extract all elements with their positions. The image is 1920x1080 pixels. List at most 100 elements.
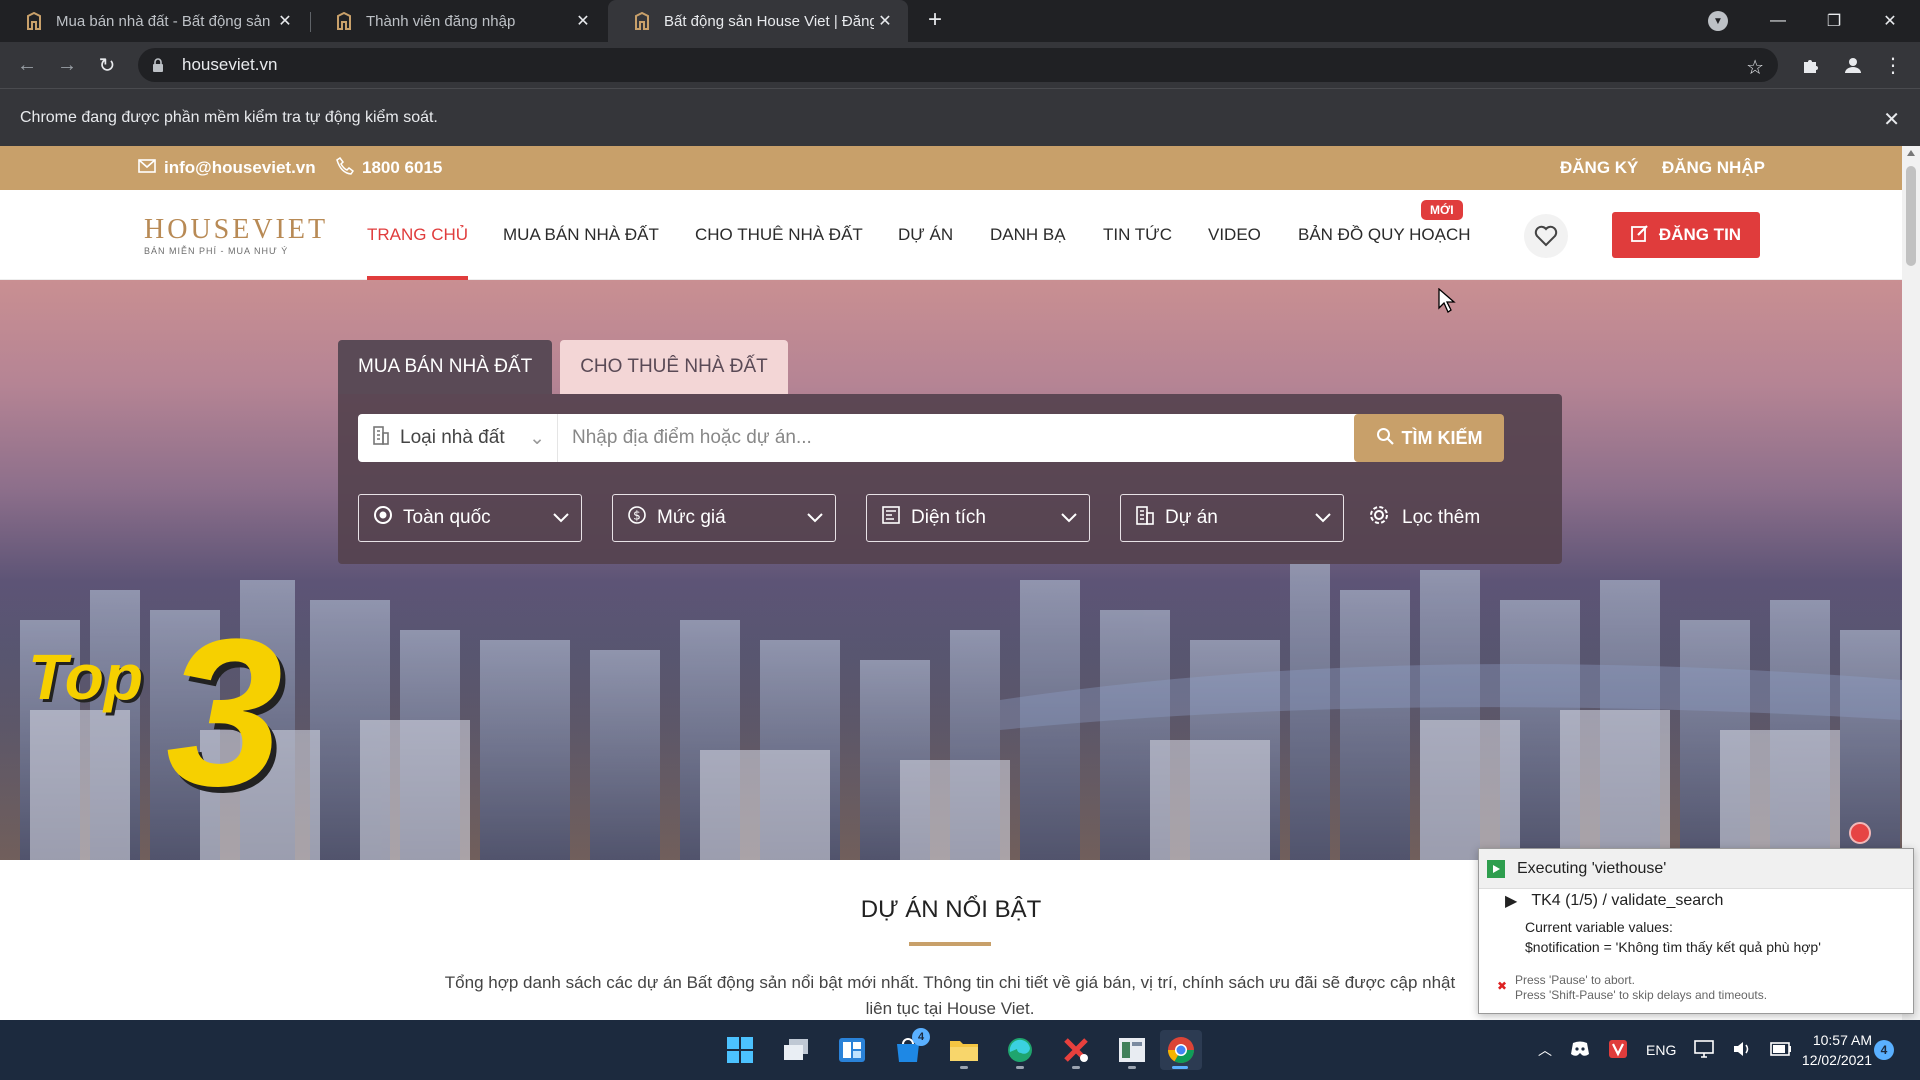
filter-price-label: Mức giá bbox=[657, 507, 726, 528]
phone-text: 1800 6015 bbox=[362, 158, 443, 177]
nav-du-an[interactable]: DỰ ÁN bbox=[898, 190, 953, 280]
search-icon bbox=[1376, 427, 1394, 450]
filter-project[interactable]: Dự án bbox=[1120, 494, 1344, 542]
contact-phone[interactable]: 1800 6015 bbox=[336, 146, 442, 190]
tab-mua-ban[interactable]: Mua bán nhà đất - Bất động sản ✕ bbox=[0, 0, 308, 42]
building-icon bbox=[1135, 505, 1155, 531]
post-listing-button[interactable]: ĐĂNG TIN bbox=[1612, 212, 1760, 258]
hint-shift-pause: Press 'Shift-Pause' to skip delays and t… bbox=[1515, 988, 1768, 1002]
window-close-icon[interactable]: ✕ bbox=[1862, 0, 1918, 42]
expand-arrow-icon[interactable]: ▶ bbox=[1505, 891, 1517, 911]
tab-houseviet-active[interactable]: Bất động sản House Viet | Đăng t ✕ bbox=[608, 0, 908, 42]
variable-value: $notification = 'Không tìm thấy kết quả … bbox=[1525, 939, 1821, 955]
menu-kebab-icon[interactable]: ⋮ bbox=[1878, 50, 1908, 80]
register-link[interactable]: ĐĂNG KÝ bbox=[1560, 146, 1638, 190]
chevron-down-icon bbox=[1061, 507, 1077, 529]
tab-search-icon[interactable]: ▼ bbox=[1708, 11, 1728, 31]
volume-icon[interactable] bbox=[1732, 1040, 1752, 1061]
location-icon bbox=[373, 505, 393, 531]
houseviet-favicon-icon bbox=[334, 11, 354, 31]
search-button[interactable]: TÌM KIẾM bbox=[1354, 414, 1504, 462]
title-underline bbox=[909, 942, 991, 946]
windows-taskbar: 4 ︿ ENG 10:57 AM 12/02/2021 4 bbox=[0, 1020, 1920, 1080]
chevron-down-icon bbox=[807, 507, 823, 529]
mouse-cursor-icon bbox=[1438, 288, 1456, 313]
contact-email[interactable]: info@houseviet.vn bbox=[138, 146, 316, 190]
edge-browser-icon[interactable] bbox=[1000, 1030, 1040, 1070]
filter-area[interactable]: Diện tích bbox=[866, 494, 1090, 542]
notification-count[interactable]: 4 bbox=[1874, 1040, 1894, 1060]
featured-description: Tổng hợp danh sách các dự án Bất động sả… bbox=[444, 973, 1456, 1018]
dollar-icon: $ bbox=[627, 505, 647, 531]
scroll-up-arrow-icon[interactable] bbox=[1907, 150, 1915, 156]
nav-tin-tuc[interactable]: TIN TỨC bbox=[1103, 190, 1172, 280]
tab-title: Thành viên đăng nhập bbox=[366, 12, 516, 30]
new-tab-button[interactable]: + bbox=[922, 8, 948, 34]
nav-mua-ban[interactable]: MUA BÁN NHÀ ĐẤT bbox=[503, 190, 659, 280]
tab-close-icon[interactable]: ✕ bbox=[274, 10, 296, 32]
bookmark-star-icon[interactable]: ☆ bbox=[1746, 55, 1764, 80]
scrollbar-thumb[interactable] bbox=[1906, 166, 1916, 266]
minimize-icon[interactable]: — bbox=[1750, 0, 1806, 42]
tab-close-icon[interactable]: ✕ bbox=[874, 10, 896, 32]
nav-video[interactable]: VIDEO bbox=[1208, 190, 1261, 280]
nav-cho-thue[interactable]: CHO THUÊ NHÀ ĐẤT bbox=[695, 190, 863, 280]
site-contact-bar: info@houseviet.vn 1800 6015 ĐĂNG KÝ ĐĂNG… bbox=[0, 146, 1902, 190]
store-icon[interactable]: 4 bbox=[888, 1028, 930, 1070]
system-clock[interactable]: 10:57 AM 12/02/2021 bbox=[1780, 1030, 1872, 1070]
infobar-close-icon[interactable]: ✕ bbox=[1883, 107, 1900, 132]
nav-trang-chu[interactable]: TRANG CHỦ bbox=[367, 190, 469, 280]
profile-icon[interactable] bbox=[1838, 50, 1868, 80]
vivaldi-icon[interactable] bbox=[1608, 1039, 1628, 1062]
filter-location[interactable]: Toàn quốc bbox=[358, 494, 582, 542]
task-view-icon[interactable] bbox=[776, 1030, 816, 1070]
filter-area-label: Diện tích bbox=[911, 507, 986, 528]
variables-label: Current variable values: bbox=[1525, 919, 1673, 935]
reload-icon[interactable]: ↻ bbox=[92, 50, 122, 80]
banner-top-text: Top bbox=[28, 641, 143, 713]
running-indicator bbox=[1172, 1066, 1188, 1069]
nav-danh-ba[interactable]: DANH BẠ bbox=[990, 190, 1066, 280]
area-icon bbox=[881, 505, 901, 531]
search-tab-cho-thue[interactable]: CHO THUÊ NHÀ ĐẤT bbox=[560, 340, 788, 394]
search-input[interactable] bbox=[558, 415, 1362, 461]
login-link[interactable]: ĐĂNG NHẬP bbox=[1662, 146, 1765, 190]
search-tab-mua-ban[interactable]: MUA BÁN NHÀ ĐẤT bbox=[338, 340, 553, 394]
favorites-heart-icon[interactable] bbox=[1524, 214, 1568, 258]
forward-icon[interactable]: → bbox=[52, 50, 82, 80]
gear-icon bbox=[1368, 504, 1390, 532]
start-windows-icon[interactable] bbox=[720, 1030, 760, 1070]
tray-chevron-up-icon[interactable]: ︿ bbox=[1538, 1040, 1552, 1060]
abort-x-icon: ✖ bbox=[1497, 979, 1508, 993]
filter-location-label: Toàn quốc bbox=[403, 507, 491, 528]
lock-icon bbox=[152, 57, 168, 73]
restore-icon[interactable]: ❐ bbox=[1806, 0, 1862, 42]
running-indicator bbox=[1016, 1066, 1024, 1069]
app-window-icon[interactable] bbox=[1112, 1030, 1152, 1070]
post-listing-label: ĐĂNG TIN bbox=[1658, 225, 1742, 244]
building-icon bbox=[372, 425, 390, 451]
back-icon[interactable]: ← bbox=[12, 50, 42, 80]
search-tabs: MUA BÁN NHÀ ĐẤT CHO THUÊ NHÀ ĐẤT bbox=[338, 340, 788, 394]
file-explorer-icon[interactable] bbox=[944, 1030, 984, 1070]
widgets-icon[interactable] bbox=[832, 1030, 872, 1070]
discord-icon[interactable] bbox=[1570, 1041, 1590, 1060]
hint-pause: Press 'Pause' to abort. bbox=[1515, 973, 1635, 987]
more-filters-button[interactable]: Lọc thêm bbox=[1368, 494, 1480, 542]
filter-price[interactable]: $ Mức giá bbox=[612, 494, 836, 542]
site-logo[interactable]: HOUSEVIET BÁN MIỄN PHÍ - MUA NHƯ Ý bbox=[138, 210, 328, 262]
tab-close-icon[interactable]: ✕ bbox=[572, 10, 594, 32]
address-bar[interactable]: houseviet.vn ☆ bbox=[138, 48, 1778, 82]
input-language[interactable]: ENG bbox=[1646, 1042, 1676, 1058]
search-panel: Loại nhà đất ⌄ TÌM KIẾM Toàn quốc $ Mức … bbox=[338, 394, 1562, 564]
store-badge: 4 bbox=[912, 1028, 930, 1046]
xampp-tool-icon[interactable] bbox=[1056, 1030, 1096, 1070]
tab-thanh-vien[interactable]: Thành viên đăng nhập ✕ bbox=[310, 0, 606, 42]
extensions-icon[interactable] bbox=[1796, 50, 1826, 80]
automation-notice: Chrome đang được phần mềm kiểm tra tự độ… bbox=[20, 108, 438, 126]
tab-title: Mua bán nhà đất - Bất động sản bbox=[56, 12, 271, 30]
display-icon[interactable] bbox=[1694, 1039, 1715, 1061]
chrome-icon[interactable] bbox=[1160, 1030, 1202, 1070]
clock-time: 10:57 AM bbox=[1812, 1032, 1872, 1048]
property-type-select[interactable]: Loại nhà đất ⌄ bbox=[358, 414, 558, 462]
